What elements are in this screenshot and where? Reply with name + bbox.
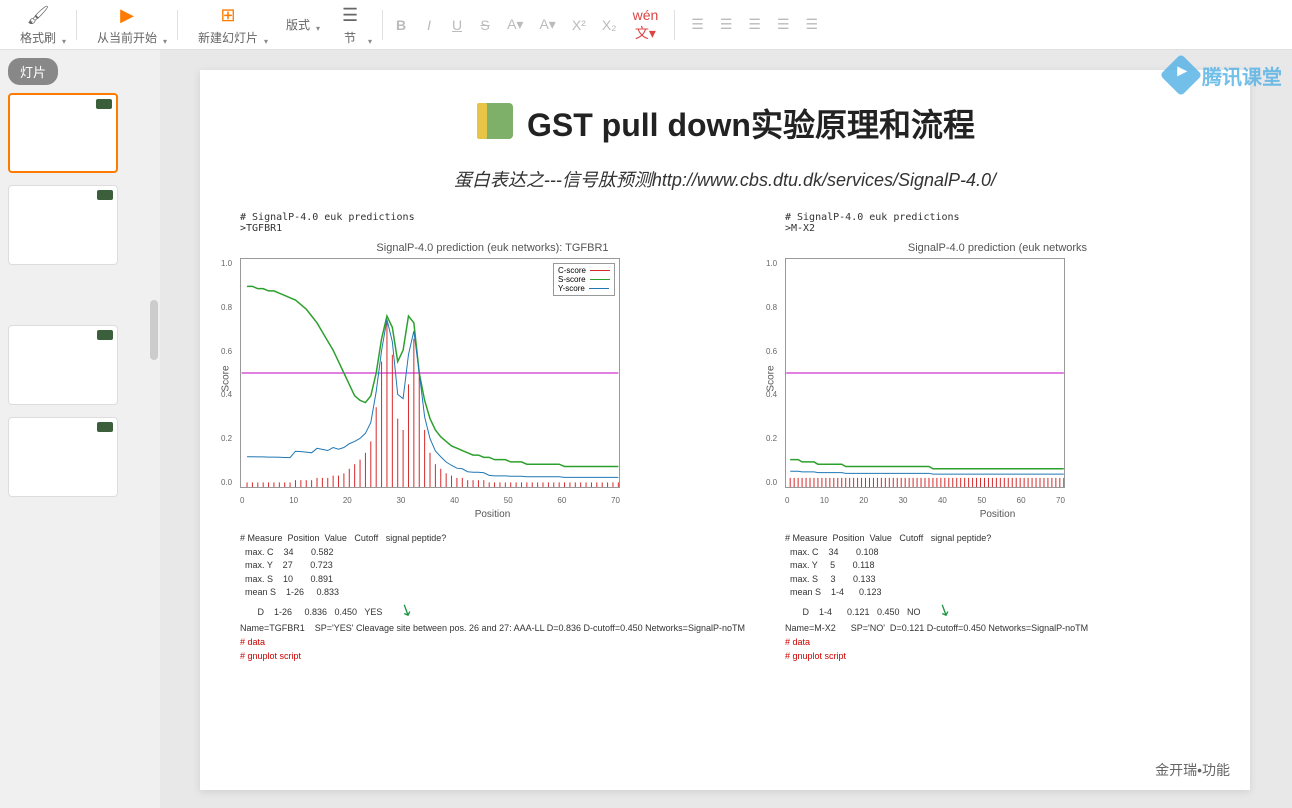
- chart-left: # SignalP-4.0 euk predictions >TGFBR1 Si…: [240, 212, 745, 663]
- x-axis-label-1: Position: [240, 509, 745, 520]
- plot-svg-1: [241, 259, 619, 487]
- section-label: 节: [344, 29, 356, 46]
- strike-button[interactable]: S: [475, 15, 495, 35]
- slide-content[interactable]: GST pull down实验原理和流程 蛋白表达之---信号肽预测http:/…: [200, 70, 1250, 790]
- slide-thumbnail-2[interactable]: [8, 185, 118, 265]
- brush-icon: 🖌: [26, 3, 50, 27]
- bold-button[interactable]: B: [391, 15, 411, 35]
- chart-header-1: # SignalP-4.0 euk predictions >TGFBR1: [240, 212, 745, 234]
- x-ticks-2: 010203040506070: [785, 496, 1065, 505]
- y-axis-label-2: Score: [766, 365, 777, 391]
- thumb-decoration-icon: [96, 99, 112, 109]
- chart-header-2: # SignalP-4.0 euk predictions >M-X2: [785, 212, 1210, 234]
- new-slide-icon: ⊞: [216, 3, 240, 27]
- subscript-button[interactable]: X₂: [598, 15, 621, 35]
- gnuplot-link[interactable]: # gnuplot script: [785, 651, 846, 661]
- slide-thumbnail-4[interactable]: [8, 417, 118, 497]
- chevron-down-icon: ▾: [316, 24, 320, 33]
- highlight-button[interactable]: A▾: [535, 14, 559, 35]
- superscript-button[interactable]: X²: [568, 15, 590, 35]
- slide-title: GST pull down实验原理和流程: [527, 100, 975, 146]
- from-current-label: 从当前开始: [97, 29, 157, 46]
- separator: [674, 10, 675, 40]
- align-justify-button[interactable]: ☰: [773, 14, 794, 35]
- data-link[interactable]: # data: [785, 637, 810, 647]
- play-icon: ▶: [115, 3, 139, 27]
- results-1: # Measure Position Value Cutoff signal p…: [240, 532, 745, 663]
- slide-canvas: GST pull down实验原理和流程 蛋白表达之---信号肽预测http:/…: [160, 50, 1292, 808]
- results-2: # Measure Position Value Cutoff signal p…: [785, 532, 1210, 663]
- separator: [382, 10, 383, 40]
- chevron-down-icon: ▾: [163, 37, 167, 46]
- tencent-logo-icon: [1160, 54, 1202, 96]
- chart-title-2: SignalP-4.0 prediction (euk networks: [785, 242, 1210, 254]
- plot-1: C-score S-score Y-score 1.00.80.60.40.20…: [240, 258, 620, 488]
- x-ticks-1: 010203040506070: [240, 496, 620, 505]
- slide-thumbnail-1[interactable]: [8, 93, 118, 173]
- chevron-down-icon: ▾: [264, 37, 268, 46]
- from-current-button[interactable]: ▶ 从当前开始 ▾: [85, 0, 169, 50]
- chevron-down-icon: ▾: [368, 37, 372, 46]
- scrollbar-thumb[interactable]: [150, 300, 158, 360]
- charts-row: # SignalP-4.0 euk predictions >TGFBR1 Si…: [240, 212, 1210, 663]
- y-axis-label-1: Score: [221, 365, 232, 391]
- align-right-button[interactable]: ☰: [744, 14, 765, 35]
- plot-svg-2: [786, 259, 1064, 487]
- slide-title-row: GST pull down实验原理和流程: [240, 100, 1210, 146]
- new-slide-button[interactable]: ⊞ 新建幻灯片 ▾: [186, 0, 270, 50]
- layout-button[interactable]: 版式 ▾: [274, 12, 322, 37]
- section-button[interactable]: ☰ 节 ▾: [326, 0, 374, 50]
- slide-footer: 金开瑞•功能: [1155, 760, 1230, 780]
- main-area: 灯片 + GST pull down实验原理和流程 蛋白表达之---信号肽预测h…: [0, 50, 1292, 808]
- thumb-decoration-icon: [97, 330, 113, 340]
- watermark-text: 腾讯课堂: [1202, 61, 1282, 90]
- format-painter-label: 格式刷: [20, 29, 56, 46]
- toolbar: 🖌 格式刷 ▾ ▶ 从当前开始 ▾ ⊞ 新建幻灯片 ▾ 版式 ▾ ☰ 节 ▾ B…: [0, 0, 1292, 50]
- plot-2: 1.00.80.60.40.20.0 Score: [785, 258, 1065, 488]
- underline-button[interactable]: U: [447, 15, 467, 35]
- align-left-button[interactable]: ☰: [687, 14, 708, 35]
- slide-thumbnail-3[interactable]: [8, 325, 118, 405]
- watermark: 腾讯课堂: [1166, 60, 1282, 90]
- slide-panel: 灯片 +: [0, 50, 160, 808]
- separator: [76, 10, 77, 40]
- slide-subtitle: 蛋白表达之---信号肽预测http://www.cbs.dtu.dk/servi…: [240, 166, 1210, 192]
- new-slide-label: 新建幻灯片: [198, 29, 258, 46]
- thumb-decoration-icon: [97, 190, 113, 200]
- chart-title-1: SignalP-4.0 prediction (euk networks): T…: [240, 242, 745, 254]
- slides-tab[interactable]: 灯片: [8, 58, 58, 85]
- thumb-decoration-icon: [97, 422, 113, 432]
- italic-button[interactable]: I: [419, 15, 439, 35]
- arrow-icon: ↘: [933, 598, 955, 624]
- chart-right: # SignalP-4.0 euk predictions >M-X2 Sign…: [785, 212, 1210, 663]
- separator: [177, 10, 178, 40]
- line-spacing-button[interactable]: ☰: [802, 14, 823, 35]
- book-icon: [475, 103, 515, 143]
- format-painter-button[interactable]: 🖌 格式刷 ▾: [8, 0, 68, 50]
- section-icon: ☰: [338, 3, 362, 27]
- align-center-button[interactable]: ☰: [716, 14, 737, 35]
- arrow-icon: ↘: [395, 598, 417, 624]
- format-group: B I U S A▾ A▾ X² X₂ wén文▾ ☰ ☰ ☰ ☰ ☰: [391, 5, 822, 45]
- font-color-button[interactable]: A▾: [503, 14, 527, 35]
- layout-label: 版式: [286, 16, 310, 33]
- chevron-down-icon: ▾: [62, 37, 66, 46]
- x-axis-label-2: Position: [785, 509, 1210, 520]
- gnuplot-link[interactable]: # gnuplot script: [240, 651, 301, 661]
- pinyin-button[interactable]: wén文▾: [629, 5, 663, 45]
- data-link[interactable]: # data: [240, 637, 265, 647]
